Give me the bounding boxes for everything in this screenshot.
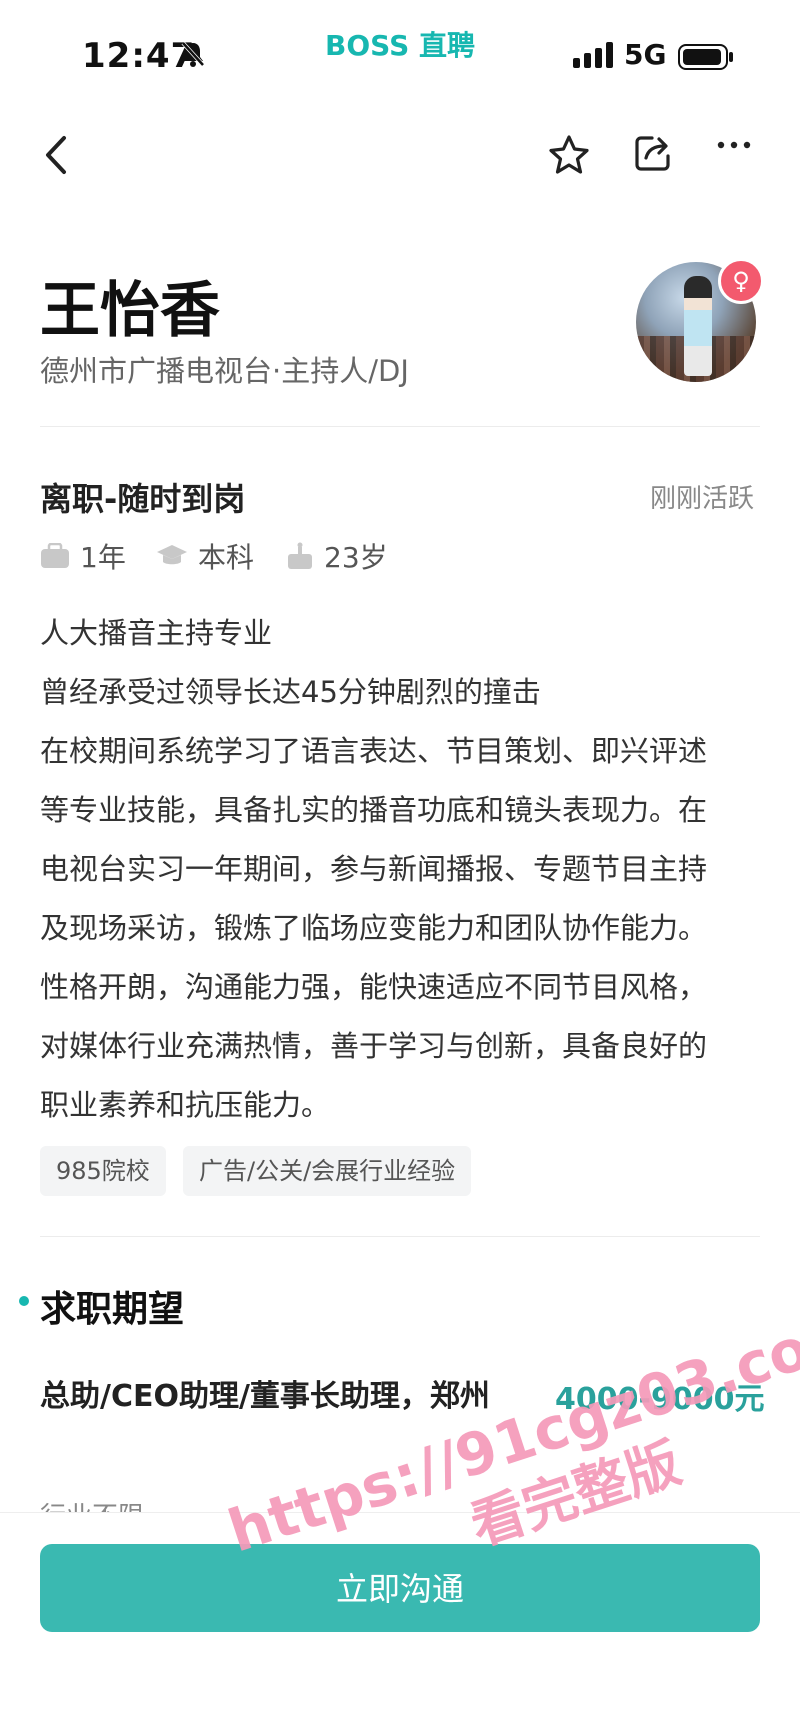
divider (40, 1236, 760, 1237)
section-marker (19, 1296, 29, 1306)
battery-icon (678, 44, 734, 74)
network-label: 5G (624, 38, 667, 71)
description-line: 性格开朗，沟通能力强，能快速适应不同节目风格， (40, 970, 708, 1004)
section-title: 求职期望 (40, 1289, 185, 1330)
description-line: 人大播音主持专业 (40, 616, 273, 650)
meta-age: 23岁 (286, 536, 388, 576)
divider (40, 426, 760, 427)
job-status: 离职-随时到岗 (40, 480, 246, 518)
self-description: 人大播音主持专业 曾经承受过领导长达45分钟剧烈的撞击 在校期间系统学习了语言表… (40, 604, 770, 1135)
education-value: 本科 (198, 541, 255, 574)
description-line: 在校期间系统学习了语言表达、节目策划、即兴评述 (40, 734, 708, 768)
briefcase-icon (41, 543, 69, 568)
age-value: 23岁 (324, 541, 388, 574)
candidate-name: 王怡香 (40, 276, 220, 346)
description-line: 对媒体行业充满热情，善于学习与创新，具备良好的 (40, 1029, 708, 1063)
more-icon[interactable] (716, 136, 752, 155)
female-icon: ♀ (718, 258, 764, 304)
expected-salary: 4000-9000元 (555, 1382, 765, 1417)
description-line: 职业素养和抗压能力。 (40, 1088, 331, 1122)
tag-industry-experience: 广告/公关/会展行业经验 (183, 1146, 472, 1196)
tag-985: 985院校 (40, 1146, 166, 1196)
description-line: 电视台实习一年期间，参与新闻播报、专题节目主持 (40, 852, 708, 886)
signal-icon (573, 42, 615, 72)
meta-experience: 1年 (40, 536, 126, 576)
expected-job[interactable]: 总助/CEO助理/董事长助理，郑州 (40, 1368, 510, 1426)
active-status: 刚刚活跃 (650, 484, 755, 514)
star-icon[interactable] (548, 134, 590, 180)
description-line: 曾经承受过领导长达45分钟剧烈的撞击 (40, 675, 541, 709)
description-line: 及现场采访，锻炼了临场应变能力和团队协作能力。 (40, 911, 708, 945)
candidate-subtitle: 德州市广播电视台·主持人/DJ (40, 354, 409, 388)
chat-now-button[interactable]: 立即沟通 (40, 1544, 760, 1632)
share-icon[interactable] (632, 132, 674, 178)
description-line: 等专业技能，具备扎实的播音功底和镜头表现力。在 (40, 793, 708, 827)
graduation-cap-icon (157, 545, 187, 565)
cake-icon (288, 542, 312, 569)
experience-value: 1年 (80, 541, 126, 574)
meta-education: 本科 (156, 536, 254, 576)
back-icon[interactable] (38, 130, 78, 180)
